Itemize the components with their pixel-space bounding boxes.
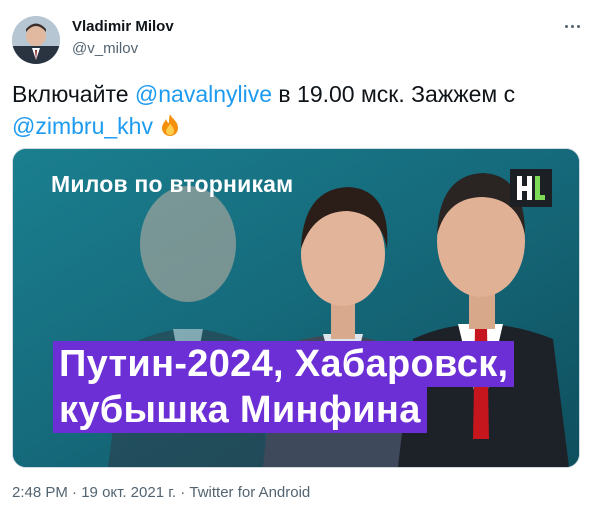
thumbnail-headline-line-2: кубышка Минфина <box>53 387 427 433</box>
tweet-text-part: Включайте <box>12 81 135 107</box>
mention-link[interactable]: @navalnylive <box>135 81 272 107</box>
thumbnail-subtitle: Милов по вторникам <box>51 171 294 197</box>
thumbnail-headline-line-1: Путин-2024, Хабаровск, <box>53 341 515 387</box>
tweet-date[interactable]: 19 окт. 2021 г. <box>81 484 176 501</box>
fire-icon <box>162 114 179 136</box>
avatar[interactable] <box>12 16 60 64</box>
navalnylive-logo <box>510 169 552 207</box>
mention-link[interactable]: @zimbru_khv <box>12 113 153 139</box>
meta-separator: · <box>176 484 190 501</box>
more-options-icon[interactable] <box>560 14 584 38</box>
meta-separator: · <box>67 484 82 501</box>
tweet-text: Включайте @navalnylive в 19.00 мск. Зажж… <box>12 78 592 142</box>
hl-logo-icon <box>517 176 545 200</box>
tweet-source: Twitter for Android <box>189 484 311 501</box>
avatar-image <box>12 16 60 64</box>
tweet-meta: 2:48 PM · 19 окт. 2021 г. · Twitter for … <box>12 484 310 501</box>
tweet-time[interactable]: 2:48 PM <box>12 484 68 501</box>
media-image[interactable]: Милов по вторникам Путин-2024, Хабаровск… <box>12 148 580 468</box>
tweet: Vladimir Milov @v_milov Включайте @naval… <box>0 0 613 507</box>
author-handle[interactable]: @v_milov <box>72 40 138 57</box>
author-name[interactable]: Vladimir Milov <box>72 18 174 35</box>
tweet-text-part: в 19.00 мск. Зажжем с <box>272 81 516 107</box>
